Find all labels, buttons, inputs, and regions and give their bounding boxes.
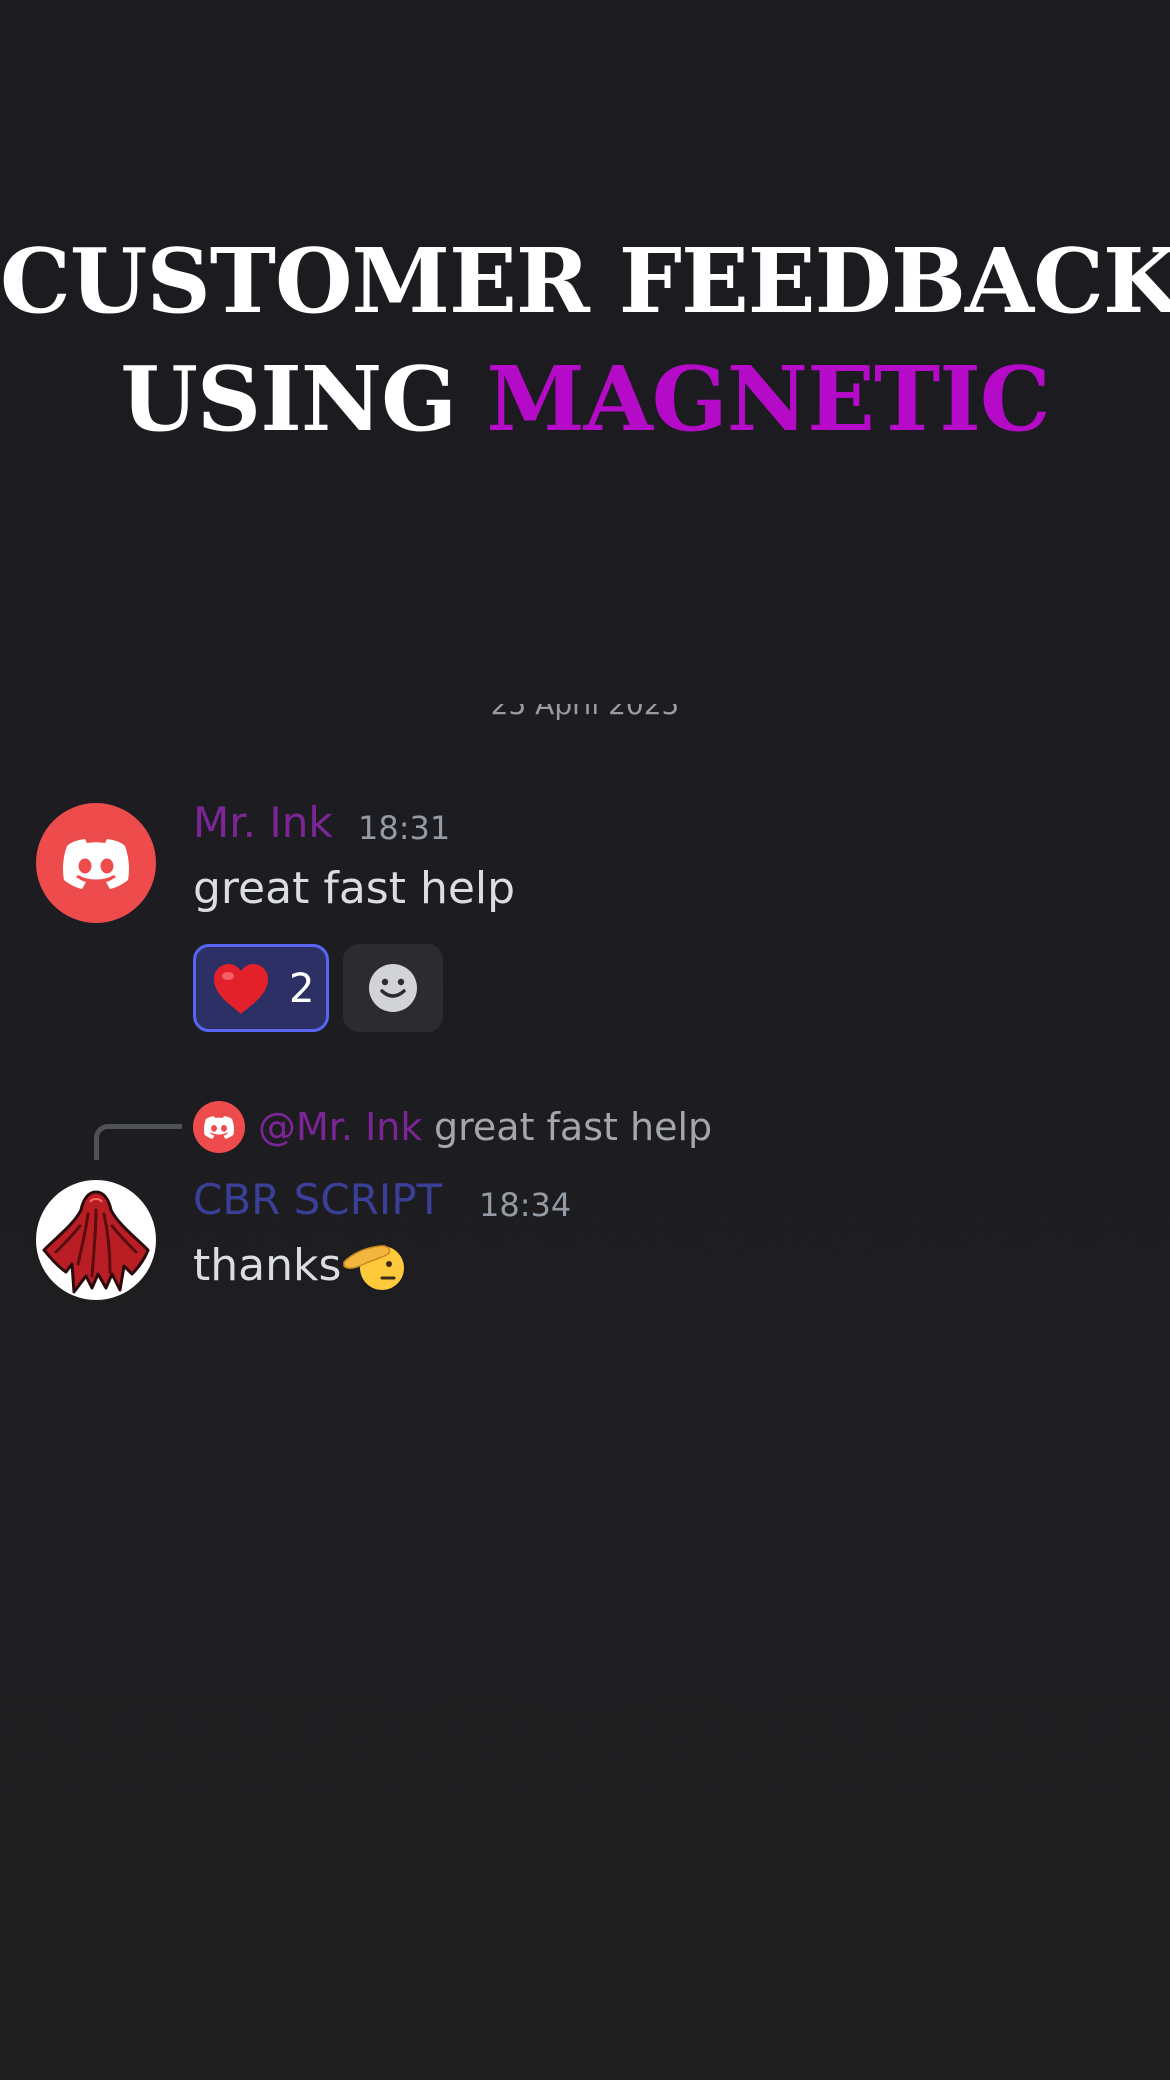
banner-headline: CUSTOMER FEEDBACK USING MAGNETIC [0,222,1170,458]
headline-plain-word: USING [120,346,457,451]
message-timestamp: 18:34 [479,1186,572,1224]
discord-logo-icon [63,839,129,889]
avatar-mr-ink[interactable] [36,803,156,923]
reply-preview-text[interactable]: great fast help [434,1104,712,1150]
add-reaction-button[interactable] [343,944,443,1032]
reply-mention[interactable]: @Mr. Ink [258,1104,422,1150]
date-divider: 25 April 2025 [0,704,1170,730]
headline-line-2: USING MAGNETIC [0,340,1170,458]
reply-connector-line [94,1124,182,1160]
author-name[interactable]: Mr. Ink [193,798,333,848]
red-heart-icon [214,964,268,1014]
message-timestamp: 18:31 [358,809,451,847]
message-text: great fast help [193,863,516,914]
reaction-count: 2 [289,966,315,1012]
message-text: thanks [193,1240,342,1291]
red-cape-icon [42,1190,150,1294]
reaction-heart-button[interactable]: 2 [193,944,329,1032]
headline-accent-word: MAGNETIC [486,346,1050,451]
headline-line-1: CUSTOMER FEEDBACK [0,228,1170,333]
saluting-face-icon [343,1245,404,1290]
add-reaction-smiley-icon [369,964,417,1012]
reply-avatar[interactable] [193,1101,245,1153]
date-divider-label: 25 April 2025 [490,704,680,721]
discord-logo-icon [204,1116,234,1139]
author-name[interactable]: CBR SCRIPT [193,1175,442,1225]
avatar-cbr-script[interactable] [36,1180,156,1300]
